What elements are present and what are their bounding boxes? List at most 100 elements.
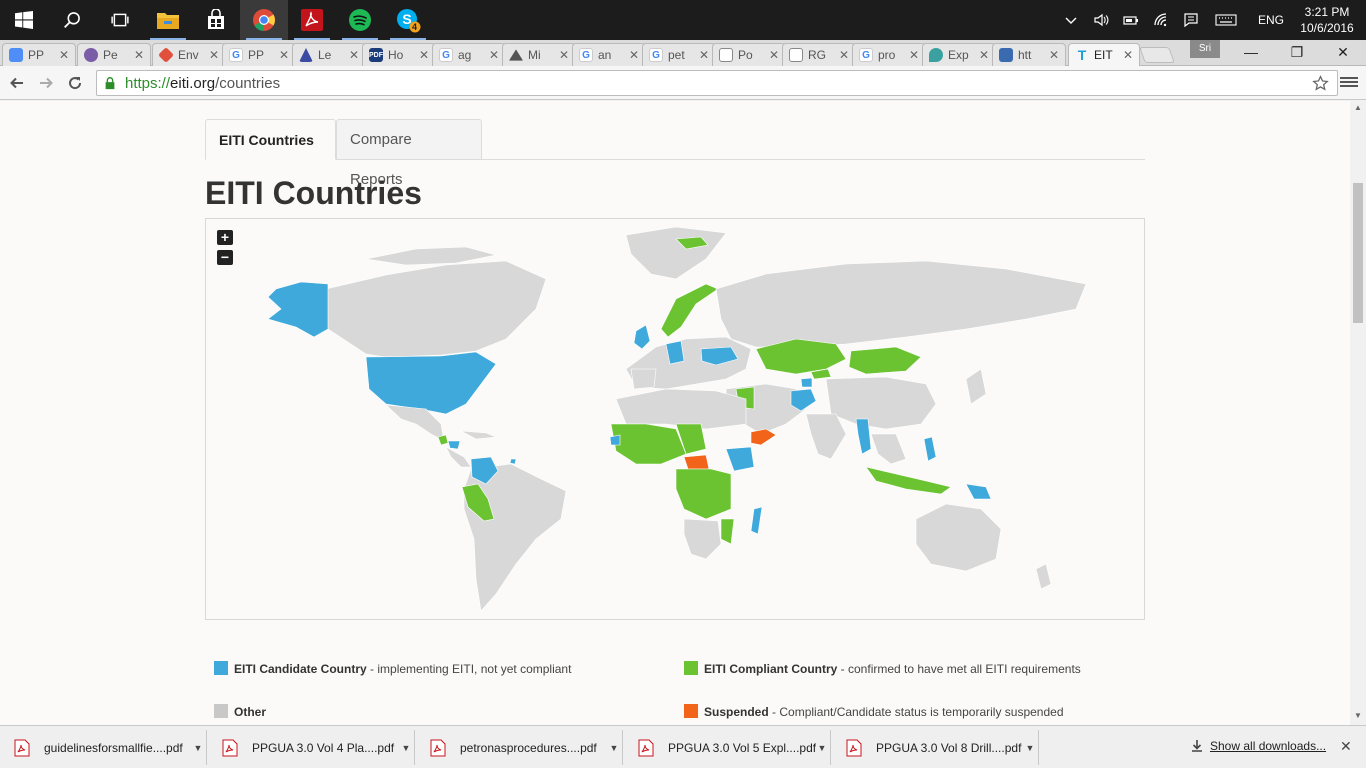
browser-tab[interactable]: PDF Ho ✕ <box>362 43 436 66</box>
close-tab-icon[interactable]: ✕ <box>1123 48 1133 62</box>
browser-tab[interactable]: PP ✕ <box>2 43 76 66</box>
drive-icon <box>9 48 23 62</box>
spotify-app[interactable] <box>336 0 384 40</box>
close-tab-icon[interactable]: ✕ <box>979 48 989 62</box>
action-center-icon[interactable] <box>1176 0 1206 40</box>
forward-arrow-icon <box>40 77 53 89</box>
tab-eiti-countries[interactable]: EITI Countries <box>205 119 336 160</box>
close-tab-icon[interactable]: ✕ <box>59 48 69 62</box>
bookmark-star-icon[interactable] <box>1312 75 1329 96</box>
legend-swatch-compliant <box>684 661 698 675</box>
pdf-file-icon <box>14 739 30 756</box>
back-button[interactable] <box>6 73 28 93</box>
language-indicator[interactable]: ENG <box>1246 13 1296 27</box>
address-bar[interactable]: https://eiti.org/countries <box>96 70 1338 96</box>
zoom-in-button[interactable]: + <box>217 230 233 245</box>
close-tab-icon[interactable]: ✕ <box>909 48 919 62</box>
close-tab-icon[interactable]: ✕ <box>839 48 849 62</box>
map-region-indonesia <box>865 466 952 495</box>
minimize-button[interactable]: — <box>1228 40 1274 64</box>
reload-button[interactable] <box>64 73 86 93</box>
chevron-down-icon[interactable]: ▼ <box>192 743 204 753</box>
zoom-out-button[interactable]: − <box>217 250 233 265</box>
keyboard-icon[interactable] <box>1206 0 1246 40</box>
forward-button[interactable] <box>35 73 57 93</box>
url-host: eiti.org <box>170 74 216 92</box>
download-arrow-icon <box>1192 740 1202 752</box>
close-tab-icon[interactable]: ✕ <box>699 48 709 62</box>
close-tab-icon[interactable]: ✕ <box>769 48 779 62</box>
world-map-svg[interactable] <box>206 219 1145 620</box>
chevron-down-icon[interactable]: ▼ <box>608 743 620 753</box>
scroll-up-arrow-icon[interactable]: ▲ <box>1354 103 1362 112</box>
browser-tab[interactable]: Exp ✕ <box>922 43 996 66</box>
pdf-file-icon <box>638 739 654 756</box>
download-item[interactable]: PPGUA 3.0 Vol 5 Expl....pdf ▼ <box>624 730 831 765</box>
close-tab-icon[interactable]: ✕ <box>134 48 144 62</box>
browser-tab[interactable]: Po ✕ <box>712 43 786 66</box>
chevron-down-icon[interactable]: ▼ <box>400 743 412 753</box>
browser-tab[interactable]: Pe ✕ <box>77 43 151 66</box>
document-icon <box>789 48 803 62</box>
new-tab-button[interactable] <box>1139 47 1175 63</box>
wifi-icon[interactable] <box>1146 0 1176 40</box>
browser-tab[interactable]: G PP ✕ <box>222 43 296 66</box>
close-tab-icon[interactable]: ✕ <box>629 48 639 62</box>
task-view-icon[interactable] <box>96 0 144 40</box>
tab-compare-reports[interactable]: Compare Reports <box>336 119 482 188</box>
browser-tab[interactable]: Gan ✕ <box>572 43 646 66</box>
download-item[interactable]: PPGUA 3.0 Vol 4 Pla....pdf ▼ <box>208 730 415 765</box>
map-region-india <box>805 413 847 460</box>
page-title: EITI Countries <box>205 175 422 211</box>
browser-tab[interactable]: Le ✕ <box>292 43 366 66</box>
close-window-button[interactable]: ✕ <box>1320 40 1366 64</box>
chevron-up-icon[interactable] <box>1056 0 1086 40</box>
profile-badge[interactable]: Sri <box>1190 40 1220 58</box>
chevron-down-icon[interactable]: ▼ <box>1024 743 1036 753</box>
world-map[interactable]: + − <box>205 218 1145 620</box>
browser-tab[interactable]: Gpro ✕ <box>852 43 926 66</box>
browser-tab[interactable]: Env ✕ <box>152 43 226 66</box>
chevron-down-icon[interactable]: ▼ <box>816 743 828 753</box>
url-scheme: https:// <box>125 74 171 92</box>
browser-tab-active[interactable]: T EIT ✕ <box>1068 43 1140 66</box>
download-item[interactable]: guidelinesforsmallfie....pdf ▼ <box>0 730 207 765</box>
close-tab-icon[interactable]: ✕ <box>559 48 569 62</box>
search-icon[interactable] <box>48 0 96 40</box>
browser-tab[interactable]: RG ✕ <box>782 43 856 66</box>
browser-tab[interactable]: Gpet ✕ <box>642 43 716 66</box>
close-tab-icon[interactable]: ✕ <box>209 48 219 62</box>
browser-tab[interactable]: htt ✕ <box>992 43 1066 66</box>
browser-tab[interactable]: Gag ✕ <box>432 43 506 66</box>
file-explorer-app[interactable] <box>144 0 192 40</box>
scroll-down-arrow-icon[interactable]: ▼ <box>1354 711 1362 720</box>
lock-icon[interactable] <box>103 74 121 92</box>
map-region-yemen <box>750 428 777 446</box>
skype-app[interactable]: S 4 <box>384 0 432 40</box>
start-windows-icon[interactable] <box>0 0 48 40</box>
volume-icon[interactable] <box>1086 0 1116 40</box>
store-app[interactable] <box>192 0 240 40</box>
scroll-thumb[interactable] <box>1353 183 1363 323</box>
chrome-app[interactable] <box>240 0 288 40</box>
browser-tab[interactable]: Mi ✕ <box>502 43 576 66</box>
browser-tab-strip: PP ✕ Pe ✕ Env ✕ G PP ✕ Le ✕ PDF Ho ✕ Gag ✕ Mi ✕ Ga… <box>0 40 1366 66</box>
close-tab-icon[interactable]: ✕ <box>279 48 289 62</box>
download-item[interactable]: petronasprocedures....pdf ▼ <box>416 730 623 765</box>
close-tab-icon[interactable]: ✕ <box>489 48 499 62</box>
page-scrollbar[interactable]: ▲ ▼ <box>1350 101 1366 725</box>
close-tab-icon[interactable]: ✕ <box>419 48 429 62</box>
close-tab-icon[interactable]: ✕ <box>1049 48 1059 62</box>
restore-button[interactable]: ❐ <box>1274 40 1320 64</box>
show-all-downloads-link[interactable]: Show all downloads... <box>1190 739 1326 753</box>
close-download-bar-icon[interactable]: ✕ <box>1340 738 1352 755</box>
battery-icon[interactable] <box>1116 0 1146 40</box>
acrobat-app[interactable] <box>288 0 336 40</box>
map-region-canada <box>325 260 547 358</box>
download-item[interactable]: PPGUA 3.0 Vol 8 Drill....pdf ▼ <box>832 730 1039 765</box>
map-region-central-africa <box>675 468 732 520</box>
clock[interactable]: 3:21 PM 10/6/2016 <box>1296 4 1366 36</box>
chrome-menu-icon[interactable] <box>1340 75 1358 91</box>
map-region-spain <box>630 368 657 390</box>
close-tab-icon[interactable]: ✕ <box>349 48 359 62</box>
